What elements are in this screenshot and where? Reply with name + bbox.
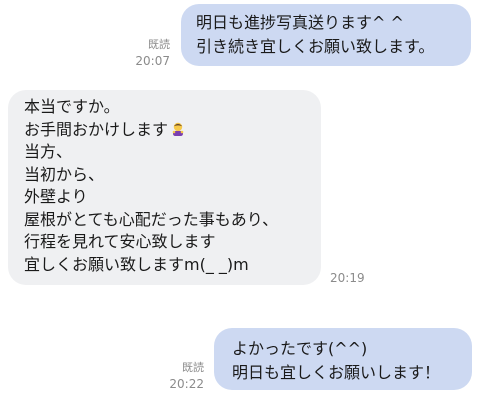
message-line: 宜しくお願い致しますm(_ _)m (24, 254, 249, 274)
message-line: 当初から、 (24, 164, 105, 184)
message-time: 20:22 (169, 377, 204, 391)
message-line: よかったです(^^) (232, 339, 368, 358)
message-line: 行程を見れて安心致します (24, 232, 216, 251)
message-line: 引き続き宜しくお願い致します。 (196, 37, 435, 56)
message-meta: 既読 20:07 (135, 37, 170, 69)
message-line: 外壁より (24, 187, 88, 206)
sent-message-bubble[interactable]: よかったです(^^) 明日も宜しくお願いします！ (214, 328, 472, 390)
sent-message-bubble[interactable]: 明日も進捗写真送ります^ ^ 引き続き宜しくお願い致します。 (181, 4, 471, 66)
message-time: 20:19 (330, 271, 365, 285)
read-receipt: 既読 (182, 361, 204, 374)
message-line-text: お手間おかけします (24, 119, 169, 139)
message-meta: 20:19 (330, 270, 365, 286)
message-line: 明日も宜しくお願いします！ (232, 363, 441, 382)
message-meta: 既読 20:22 (169, 360, 204, 392)
message-line: 屋根がとても心配だった事もあり、 (24, 209, 279, 229)
message-line: 明日も進捗写真送ります^ ^ (196, 13, 404, 32)
message-line-with-emoji: お手間おかけします (24, 119, 321, 142)
chat-thread: 既読 20:07 明日も進捗写真送ります^ ^ 引き続き宜しくお願い致します。 … (0, 0, 500, 409)
bowing-person-icon (172, 122, 184, 136)
message-line: 当方、 (24, 142, 73, 161)
received-message-bubble[interactable]: 本当ですか。 お手間おかけします 当方、 当初から、 外壁より 屋根がとても心配… (8, 90, 321, 285)
message-time: 20:07 (135, 54, 170, 68)
message-line: 本当ですか。 (24, 97, 120, 116)
read-receipt: 既読 (148, 38, 170, 51)
